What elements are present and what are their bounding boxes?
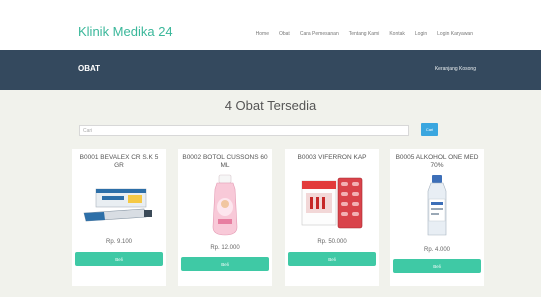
nav-login[interactable]: Login bbox=[415, 31, 427, 37]
product-name: B0002 BOTOL CUSSONS 60 ML bbox=[182, 154, 268, 169]
product-count-heading: 4 Obat Tersedia bbox=[224, 98, 317, 113]
product-price: Rp. 4.000 bbox=[423, 247, 451, 253]
top-navbar: Klinik Medika 24 Home Obat Cara Pemesana… bbox=[0, 0, 541, 50]
buy-button[interactable]: Beli bbox=[288, 252, 376, 266]
nav-obat[interactable]: Obat bbox=[279, 31, 290, 37]
page-title-bar: OBAT Keranjang Kosong bbox=[0, 50, 541, 90]
main-nav: Home Obat Cara Pemesanan Tentang Kami Ko… bbox=[256, 31, 473, 37]
product-section: 4 Obat Tersedia Cari B0001 BEVALEX CR S.… bbox=[0, 90, 541, 297]
ointment-tube-icon bbox=[83, 188, 152, 222]
cart-status-link[interactable]: Keranjang Kosong bbox=[435, 66, 476, 72]
brand-logo[interactable]: Klinik Medika 24 bbox=[78, 24, 173, 39]
product-name: B0005 ALKOHOL ONE MED 70% bbox=[395, 154, 479, 169]
nav-login-karyawan[interactable]: Login Karyawan bbox=[437, 31, 473, 37]
product-price: Rp. 50.000 bbox=[317, 239, 347, 245]
nav-tentang-kami[interactable]: Tentang Kami bbox=[349, 31, 380, 37]
product-price: Rp. 9.100 bbox=[105, 239, 133, 245]
product-card: B0005 ALKOHOL ONE MED 70% Rp. 4.000 Beli bbox=[390, 149, 484, 286]
alcohol-bottle-icon bbox=[427, 175, 447, 236]
product-card: B0001 BEVALEX CR S.K 5 GR Rp. 9.100 Beli bbox=[72, 149, 166, 286]
buy-button[interactable]: Beli bbox=[393, 259, 481, 273]
nav-kontak[interactable]: Kontak bbox=[389, 31, 405, 37]
product-name: B0003 VIFERRON KAP bbox=[297, 154, 367, 161]
search-button[interactable]: Cari bbox=[421, 123, 438, 136]
product-name: B0001 BEVALEX CR S.K 5 GR bbox=[79, 154, 159, 169]
page-title: OBAT bbox=[78, 64, 101, 73]
nav-home[interactable]: Home bbox=[256, 31, 269, 37]
product-card: B0002 BOTOL CUSSONS 60 ML Rp. 12.000 Bel… bbox=[178, 149, 272, 286]
baby-bottle-icon bbox=[212, 174, 238, 236]
buy-button[interactable]: Beli bbox=[75, 252, 163, 266]
buy-button[interactable]: Beli bbox=[181, 257, 269, 271]
nav-cara-pemesanan[interactable]: Cara Pemesanan bbox=[300, 31, 339, 37]
capsule-pack-icon bbox=[301, 177, 363, 229]
product-card: B0003 VIFERRON KAP Rp. 50.000 Beli bbox=[285, 149, 379, 286]
product-price: Rp. 12.000 bbox=[210, 245, 240, 251]
search-input[interactable] bbox=[79, 125, 409, 136]
